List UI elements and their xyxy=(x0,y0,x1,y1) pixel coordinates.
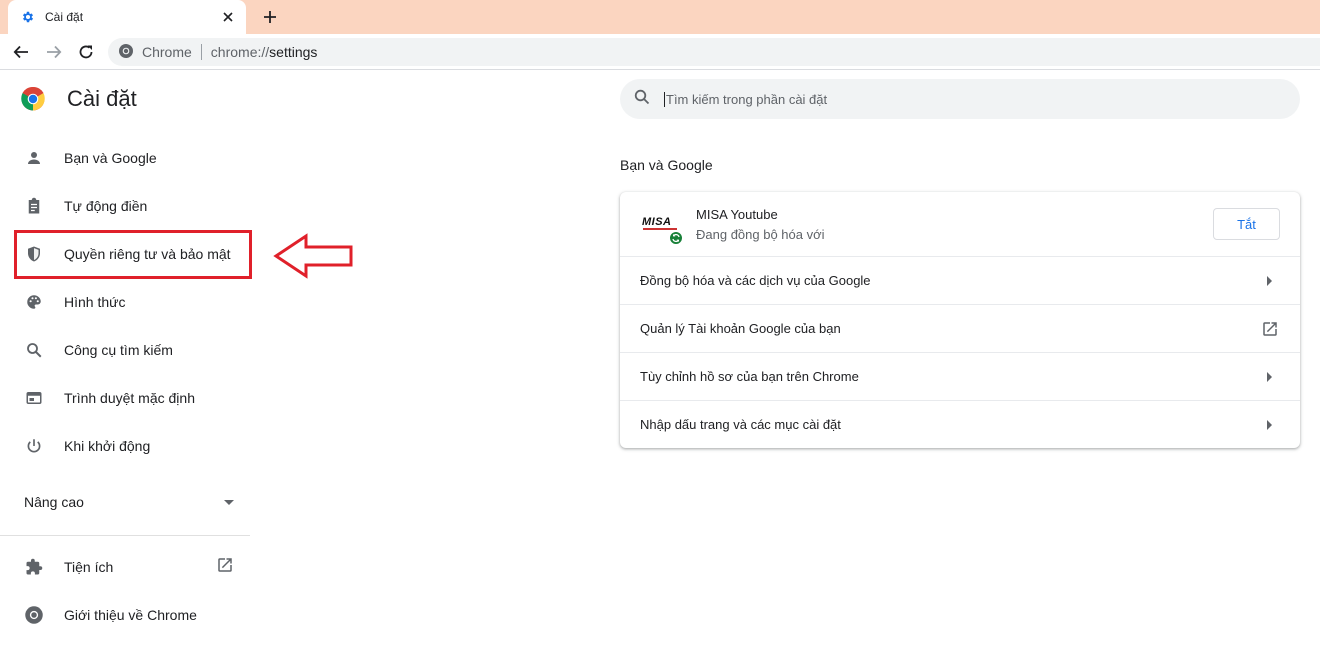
row-manage-google-account[interactable]: Quản lý Tài khoản Google của bạn xyxy=(620,304,1300,352)
address-bar[interactable]: Chrome chrome://settings xyxy=(108,38,1320,66)
arrow-back-icon xyxy=(13,45,28,59)
chrome-site-icon xyxy=(118,43,134,62)
row-import-bookmarks[interactable]: Nhập dấu trang và các mục cài đặt xyxy=(620,400,1300,448)
caret-down-icon xyxy=(224,493,234,511)
arrow-forward-icon xyxy=(47,45,62,59)
reload-icon xyxy=(79,45,93,59)
sidebar-item-on-startup[interactable]: Khi khởi động xyxy=(0,422,250,470)
row-label: Đồng bộ hóa và các dịch vụ của Google xyxy=(640,273,871,288)
power-icon xyxy=(24,436,44,456)
forward-button[interactable] xyxy=(41,39,67,65)
chrome-icon xyxy=(24,605,44,625)
sidebar-item-label: Trình duyệt mặc định xyxy=(64,390,195,406)
sidebar-item-label: Công cụ tìm kiếm xyxy=(64,342,173,358)
row-label: Nhập dấu trang và các mục cài đặt xyxy=(640,417,841,432)
browser-window-icon xyxy=(24,388,44,408)
toolbar: Chrome chrome://settings xyxy=(0,34,1320,70)
puzzle-icon xyxy=(24,557,44,577)
back-button[interactable] xyxy=(8,39,34,65)
page-title: Cài đặt xyxy=(67,86,137,111)
row-sync-google-services[interactable]: Đồng bộ hóa và các dịch vụ của Google xyxy=(620,256,1300,304)
sidebar-item-label: Tự động điền xyxy=(64,198,148,214)
tab-settings[interactable]: Cài đặt xyxy=(8,0,246,34)
annotation-arrow-icon xyxy=(273,233,353,279)
sidebar-item-label: Giới thiệu về Chrome xyxy=(64,607,197,623)
row-label: Quản lý Tài khoản Google của bạn xyxy=(640,321,841,336)
open-in-new-icon xyxy=(216,556,234,579)
close-tab-icon[interactable] xyxy=(220,9,236,25)
advanced-label: Nâng cao xyxy=(24,494,84,510)
row-customize-profile[interactable]: Tùy chỉnh hồ sơ của bạn trên Chrome xyxy=(620,352,1300,400)
row-label: Tùy chỉnh hồ sơ của bạn trên Chrome xyxy=(640,369,859,384)
sidebar-item-label: Hình thức xyxy=(64,294,126,310)
sidebar-item-label: Bạn và Google xyxy=(64,150,157,166)
sidebar-item-appearance[interactable]: Hình thức xyxy=(0,278,250,326)
arrow-right-icon xyxy=(1260,271,1280,291)
sidebar-item-you-and-google[interactable]: Bạn và Google xyxy=(0,134,250,182)
arrow-right-icon xyxy=(1260,415,1280,435)
avatar-logo-text: MISA xyxy=(642,216,672,228)
sync-status: Đang đồng bộ hóa với xyxy=(696,226,825,242)
tab-strip: Cài đặt xyxy=(0,0,1320,34)
search-input[interactable] xyxy=(664,91,1264,107)
sidebar-item-default-browser[interactable]: Trình duyệt mặc định xyxy=(0,374,250,422)
sidebar-advanced-toggle[interactable]: Nâng cao xyxy=(24,490,234,514)
person-icon xyxy=(24,148,44,168)
gear-icon xyxy=(20,9,36,25)
profile-name: MISA Youtube xyxy=(696,206,778,222)
profile-text: MISA Youtube Đang đồng bộ hóa với xyxy=(696,207,825,242)
reload-button[interactable] xyxy=(73,39,99,65)
sidebar-item-autofill[interactable]: Tự động điền xyxy=(0,182,250,230)
search-icon xyxy=(24,340,44,360)
avatar: MISA xyxy=(640,204,684,246)
new-tab-button[interactable] xyxy=(258,6,282,28)
site-label: Chrome xyxy=(142,44,192,60)
you-and-google-card: MISA MISA Youtube Đang đồng bộ hóa với T… xyxy=(620,192,1300,448)
sync-icon xyxy=(668,230,684,246)
open-in-new-icon xyxy=(1260,319,1280,339)
sidebar-item-about-chrome[interactable]: Giới thiệu về Chrome xyxy=(0,591,250,639)
tab-title: Cài đặt xyxy=(45,10,84,24)
sidebar-divider xyxy=(0,535,250,536)
chrome-logo-icon xyxy=(21,86,45,111)
url-text: chrome://settings xyxy=(210,44,318,60)
omnibox-separator xyxy=(200,44,202,60)
sidebar-item-label: Tiện ích xyxy=(64,559,114,575)
highlight-box xyxy=(14,230,252,279)
sidebar-item-extensions[interactable]: Tiện ích xyxy=(0,543,250,591)
palette-icon xyxy=(24,292,44,312)
sidebar-item-label: Khi khởi động xyxy=(64,438,151,454)
profile-row: MISA MISA Youtube Đang đồng bộ hóa với T… xyxy=(620,192,1300,256)
clipboard-icon xyxy=(24,196,44,216)
turn-off-sync-button[interactable]: Tắt xyxy=(1213,208,1280,240)
arrow-right-icon xyxy=(1260,367,1280,387)
settings-search[interactable] xyxy=(620,79,1300,119)
search-icon xyxy=(634,89,650,110)
section-title: Bạn và Google xyxy=(620,157,713,173)
sidebar-item-search-engine[interactable]: Công cụ tìm kiếm xyxy=(0,326,250,374)
